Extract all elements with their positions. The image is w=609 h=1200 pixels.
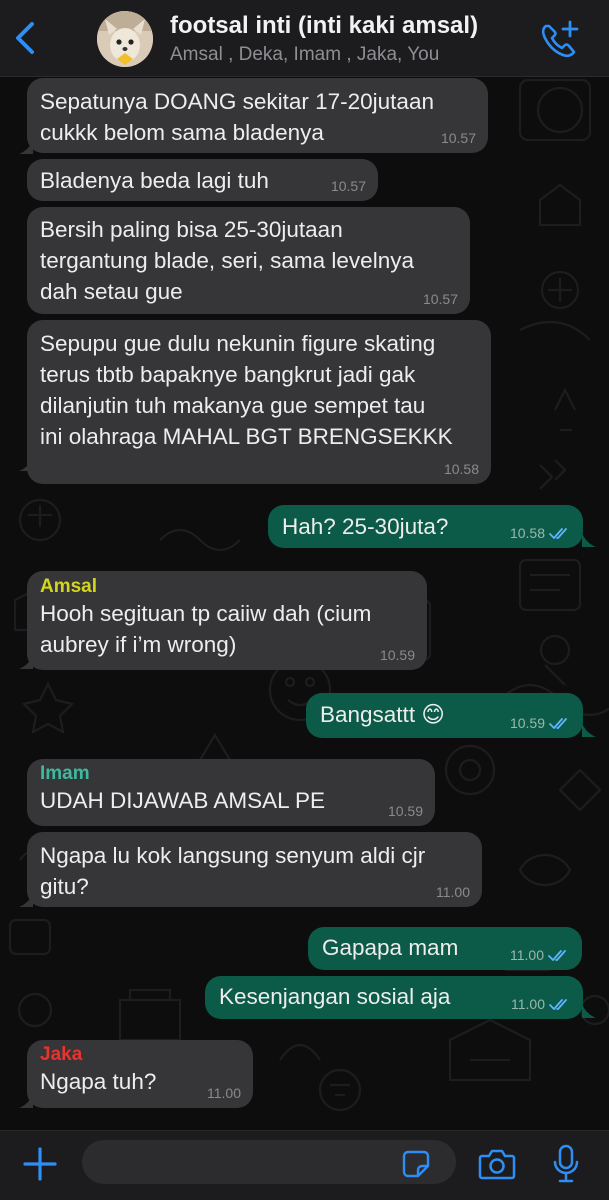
bubble-tail [582, 723, 596, 737]
message-text: UDAH DIJAWAB AMSAL PE [40, 788, 326, 813]
message-time: 11.00 [436, 884, 470, 900]
message-time: 10.58 [510, 525, 569, 541]
message-bubble-outgoing[interactable]: Kesenjangan sosial aja 11.00 [205, 976, 583, 1019]
message-bubble-outgoing[interactable]: Hah? 25-30juta? 10.58 [268, 505, 583, 548]
message-time: 11.00 [207, 1085, 241, 1101]
plus-icon[interactable] [22, 1146, 58, 1182]
sticker-icon[interactable] [402, 1150, 430, 1178]
message-sender[interactable]: Amsal [40, 576, 414, 598]
composer-bar [0, 1130, 609, 1200]
message-input[interactable] [82, 1140, 456, 1184]
message-bubble-incoming[interactable]: Bladenya beda lagi tuh 10.57 [27, 159, 378, 201]
bubble-tail [582, 1004, 596, 1018]
chat-title[interactable]: footsal inti (inti kaki amsal) [170, 12, 478, 40]
message-time: 10.59 [510, 715, 569, 731]
chevron-left-icon[interactable] [10, 18, 42, 58]
read-receipt-icon [549, 999, 567, 1010]
message-text: Sepupu gue dulu nekunin figure skating t… [40, 331, 453, 449]
message-bubble-incoming[interactable]: Bersih paling bisa 25-30jutaan tergantun… [27, 207, 470, 314]
microphone-icon[interactable] [552, 1144, 580, 1184]
message-sender[interactable]: Imam [40, 763, 422, 785]
read-receipt-icon [548, 950, 566, 961]
message-text: Sepatunya DOANG sekitar 17-20jutaan cukk… [40, 89, 434, 145]
add-call-icon[interactable] [538, 18, 580, 58]
message-time: 10.57 [330, 178, 366, 194]
message-bubble-outgoing[interactable]: Bangsattt 😊 10.59 [306, 693, 583, 738]
camera-icon[interactable] [478, 1147, 516, 1181]
message-text: Hooh segituan tp caiiw dah (cium aubrey … [40, 601, 372, 657]
message-bubble-incoming[interactable]: Amsal Hooh segituan tp caiiw dah (cium a… [27, 571, 427, 670]
message-bubble-outgoing[interactable]: Gapapa mam 11.00 [308, 927, 582, 970]
message-sender[interactable]: Jaka [40, 1044, 240, 1066]
chat-members[interactable]: Amsal , Deka, Imam , Jaka, You [170, 44, 439, 66]
read-receipt-icon [549, 718, 567, 729]
message-time: 10.57 [440, 130, 476, 146]
message-time: 10.59 [379, 647, 415, 663]
group-avatar[interactable] [97, 11, 153, 67]
message-time: 11.00 [511, 996, 569, 1012]
message-text: Bersih paling bisa 25-30jutaan tergantun… [40, 217, 414, 304]
read-receipt-icon [549, 528, 567, 539]
message-time: 10.57 [422, 291, 458, 307]
bubble-tail [582, 533, 596, 547]
chat-screen: footsal inti (inti kaki amsal) Amsal , D… [0, 0, 609, 1200]
message-bubble-incoming[interactable]: Imam UDAH DIJAWAB AMSAL PE 10.59 [27, 759, 435, 826]
chat-header: footsal inti (inti kaki amsal) Amsal , D… [0, 0, 609, 77]
message-time: 10.58 [443, 461, 479, 477]
message-time: 10.59 [387, 803, 423, 819]
message-text: Bladenya beda lagi tuh [40, 168, 269, 193]
message-bubble-incoming[interactable]: Sepupu gue dulu nekunin figure skating t… [27, 320, 491, 484]
message-time: 11.00 [510, 947, 568, 963]
message-bubble-incoming[interactable]: Jaka Ngapa tuh? 11.00 [27, 1040, 253, 1108]
message-bubble-incoming[interactable]: Sepatunya DOANG sekitar 17-20jutaan cukk… [27, 78, 488, 153]
message-bubble-incoming[interactable]: Ngapa lu kok langsung senyum aldi cjr gi… [27, 832, 482, 907]
message-text: Ngapa lu kok langsung senyum aldi cjr gi… [40, 843, 426, 899]
